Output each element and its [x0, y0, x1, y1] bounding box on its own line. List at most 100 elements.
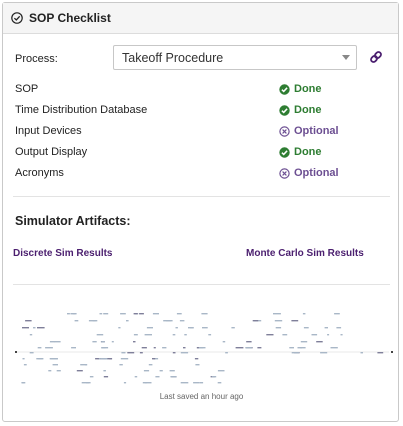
timeline-mark: [175, 327, 178, 329]
timeline-mark: [211, 376, 217, 378]
timeline-mark: [169, 370, 175, 372]
timeline-mark: [143, 370, 150, 372]
timeline-mark: [196, 347, 199, 349]
timeline-mark: [180, 382, 189, 384]
timeline-mark: [103, 313, 109, 315]
timeline-mark: [231, 327, 235, 329]
timeline-mark: [95, 358, 99, 360]
timeline-mark: [52, 364, 58, 366]
timeline-mark: [23, 364, 27, 366]
process-select-value: Takeoff Procedure: [122, 50, 224, 65]
timeline-mark: [92, 341, 97, 343]
timeline-mark: [289, 347, 294, 349]
timeline-mark: [311, 334, 318, 336]
timeline-mark: [121, 352, 126, 354]
timeline-mark: [50, 358, 58, 360]
timeline-mark: [48, 370, 52, 372]
timeline-mark: [142, 382, 147, 384]
timeline-mark: [297, 347, 303, 349]
check-circle-icon: [11, 12, 23, 24]
timeline-mark: [107, 358, 113, 360]
timeline-mark: [330, 347, 338, 349]
checklist-item-label: Input Devices: [15, 125, 82, 137]
timeline-mark: [266, 334, 274, 336]
timeline-mark: [225, 352, 228, 354]
timeline-mark: [49, 341, 55, 343]
timeline-mark: [320, 352, 328, 354]
timeline-mark: [166, 320, 173, 322]
timeline-mark: [37, 347, 42, 349]
timeline-mark: [336, 327, 342, 329]
timeline-mark: [103, 376, 109, 378]
timeline-mark: [25, 320, 32, 322]
process-label: Process:: [15, 53, 58, 65]
timeline-mark: [303, 327, 309, 329]
timeline-mark: [217, 370, 225, 372]
timeline-mark: [120, 313, 126, 315]
timeline-mark: [257, 347, 262, 349]
timeline-mark: [235, 347, 244, 349]
checklist-status-text: Done: [294, 83, 322, 95]
timeline-mark: [180, 352, 189, 354]
timeline-mark: [222, 341, 226, 343]
timeline-mark: [162, 347, 167, 349]
x-circle-icon: [279, 125, 290, 137]
checklist-item-label: Output Display: [15, 146, 88, 158]
timeline-mark: [179, 320, 185, 322]
timeline-mark: [300, 341, 308, 343]
timeline-mark: [100, 358, 108, 360]
timeline-mark: [195, 364, 200, 366]
timeline-mark: [273, 313, 281, 315]
checklist-item-label: SOP: [15, 83, 39, 95]
timeline-mark: [80, 364, 87, 366]
timeline-mark: [340, 334, 343, 336]
divider: [13, 284, 390, 285]
timeline-mark: [183, 347, 186, 349]
checklist-status-optional: Optional: [279, 167, 339, 179]
timeline-mark: [133, 334, 138, 336]
timeline-mark: [246, 341, 252, 343]
timeline-mark: [172, 352, 176, 354]
timeline-mark: [155, 376, 160, 378]
divider: [13, 196, 390, 197]
timeline-thumbnail: [15, 313, 393, 384]
link-icon[interactable]: [369, 50, 383, 64]
timeline-mark: [96, 334, 104, 336]
monte-carlo-sim-results-link[interactable]: Monte Carlo Sim Results: [246, 248, 364, 259]
panel-title: SOP Checklist: [29, 11, 111, 25]
timeline-mark: [133, 341, 136, 343]
timeline-mark: [120, 358, 129, 360]
timeline-mark: [22, 358, 25, 360]
timeline-mark: [29, 352, 34, 354]
timeline-mark: [327, 334, 330, 336]
checklist-status-optional: Optional: [279, 125, 339, 137]
timeline-mark: [133, 313, 138, 315]
timeline-mark: [127, 352, 135, 354]
chevron-down-icon: [342, 55, 350, 60]
timeline-mark: [148, 364, 153, 366]
timeline-mark: [45, 347, 53, 349]
timeline-mark: [252, 320, 259, 322]
timeline-mark: [74, 320, 79, 322]
checklist-status-text: Optional: [294, 125, 339, 137]
discrete-sim-results-link[interactable]: Discrete Sim Results: [13, 248, 113, 259]
timeline-mark: [119, 364, 123, 366]
artifacts-title: Simulator Artifacts:: [15, 214, 131, 228]
checklist-status-text: Optional: [294, 167, 339, 179]
timeline-mark: [29, 334, 33, 336]
timeline-mark: [275, 327, 282, 329]
timeline-mark: [101, 347, 109, 349]
process-select[interactable]: Takeoff Procedure: [113, 45, 357, 70]
timeline-mark: [152, 358, 156, 360]
timeline-mark: [22, 382, 25, 384]
check-circle-icon: [279, 83, 290, 95]
timeline-mark: [316, 341, 323, 343]
timeline-mark: [152, 313, 159, 315]
timeline-mark: [324, 327, 328, 329]
timeline-mark: [144, 334, 152, 336]
check-circle-icon: [279, 146, 290, 158]
timeline-mark: [360, 352, 363, 354]
timeline-mark: [208, 334, 212, 336]
timeline-mark: [302, 313, 306, 315]
timeline-mark: [193, 382, 200, 384]
